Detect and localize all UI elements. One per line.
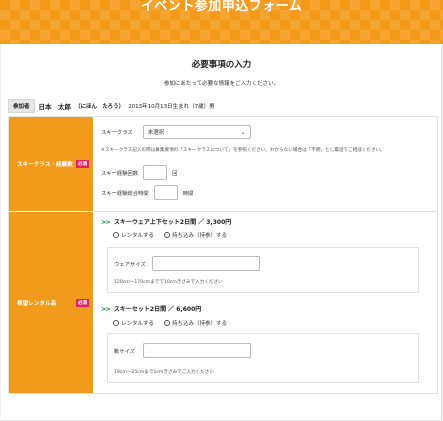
- ski-bring-label: 持ち込み（持参）する: [172, 321, 228, 327]
- shoe-size-row: 靴サイズ: [114, 343, 252, 358]
- wear-bring-radio[interactable]: 持ち込み（持参）する: [164, 231, 227, 239]
- ski-set-title: スキーセット2日間 ／ 6,600円: [113, 306, 202, 313]
- required-badge: 必須: [76, 160, 89, 168]
- participant-info: 2013年10月13日生まれ（7歳）男: [128, 104, 215, 110]
- ski-hours-row: スキー経験総合時間 時間: [101, 185, 193, 200]
- ski-hours-input[interactable]: [153, 185, 178, 200]
- rental-label: 希望レンタル品: [17, 300, 57, 307]
- participant-name: 日本 太郎: [38, 103, 72, 111]
- ski-bring-radio[interactable]: 持ち込み（持参）する: [164, 319, 227, 327]
- required-badge: 必須: [76, 298, 89, 307]
- ski-count-unit: 回: [172, 170, 178, 177]
- radio-circle-icon: [113, 320, 119, 326]
- wear-size-label: ウェアサイズ: [114, 261, 146, 268]
- shoe-size-box: 靴サイズ 19cm〜25cmまで1cmきざみでご入力ください: [107, 333, 419, 383]
- ski-hours-label: スキー経験総合時間: [101, 190, 149, 197]
- page: イベント参加申込フォーム 必要事項の入力 参加にあたって必要な情報をご入力くださ…: [0, 0, 443, 421]
- shoe-size-input[interactable]: [143, 343, 252, 358]
- rental-label-cell: 希望レンタル品 必須: [9, 212, 93, 393]
- form-title: 必要事項の入力: [191, 60, 252, 70]
- form-table: スキークラス・経験数 必須 スキークラス 未選択 ⌄ ※スキークラス記入の際は募…: [8, 116, 438, 394]
- ski-class-section: スキークラス 未選択 ⌄ ※スキークラス記入の際は募集要項の「スキークラスについ…: [93, 117, 437, 212]
- wear-set-heading: >> スキーウェア上下セット2日間 ／ 3,300円: [101, 217, 232, 227]
- wear-set-title: スキーウェア上下セット2日間 ／ 3,300円: [113, 219, 232, 226]
- radio-circle-icon: [164, 232, 171, 238]
- radio-circle-icon: [113, 232, 119, 238]
- wear-rent-label: レンタルする: [121, 233, 155, 239]
- participant-label: 参加者: [8, 99, 35, 113]
- wear-rent-radio[interactable]: レンタルする: [113, 231, 154, 239]
- ski-rent-radio[interactable]: レンタルする: [113, 319, 154, 327]
- page-header-title: イベント参加申込フォーム: [140, 0, 303, 14]
- ski-count-label: スキー経験回数: [101, 170, 139, 177]
- ski-hours-unit: 時間: [182, 190, 194, 197]
- ski-class-select-value: 未選択: [147, 130, 165, 136]
- wear-size-input[interactable]: [151, 256, 260, 271]
- ski-class-label-cell: スキークラス・経験数 必須: [9, 117, 93, 212]
- ski-class-label: スキークラス・経験数: [17, 162, 73, 168]
- form-subtitle: 参加にあたって必要な情報をご入力ください。: [163, 81, 280, 87]
- double-chevron-icon: >>: [101, 304, 111, 313]
- ski-class-select[interactable]: 未選択 ⌄: [142, 125, 251, 139]
- ski-set-radio-group: レンタルする 持ち込み（持参）する: [113, 319, 227, 327]
- rental-section: >> スキーウェア上下セット2日間 ／ 3,300円 レンタルする 持ち込み（持…: [93, 212, 437, 393]
- ski-set-heading: >> スキーセット2日間 ／ 6,600円: [101, 304, 202, 314]
- wear-size-row: ウェアサイズ: [114, 256, 260, 271]
- ski-class-note: ※スキークラス記入の際は募集要項の「スキークラスについて」を参照ください。わから…: [101, 148, 385, 153]
- participant-kana: （にほん たろう）: [75, 104, 125, 110]
- shoe-size-hint: 19cm〜25cmまで1cmきざみでご入力ください: [114, 370, 214, 375]
- ski-count-input[interactable]: [143, 165, 168, 180]
- shoe-size-label: 靴サイズ: [114, 348, 136, 355]
- ski-rent-label: レンタルする: [121, 321, 155, 327]
- ski-count-row: スキー経験回数 回: [101, 165, 177, 180]
- ski-class-row: スキークラス 未選択 ⌄: [101, 125, 251, 139]
- wear-size-hint: 120cm〜170cmまでで10cmきざみで入力ください: [114, 280, 223, 285]
- header-banner: イベント参加申込フォーム: [0, 0, 443, 44]
- wear-size-box: ウェアサイズ 120cm〜170cmまでで10cmきざみで入力ください: [107, 247, 419, 293]
- wear-set-radio-group: レンタルする 持ち込み（持参）する: [113, 231, 227, 239]
- ski-class-field-label: スキークラス: [101, 130, 133, 136]
- wear-bring-label: 持ち込み（持参）する: [172, 233, 228, 239]
- double-chevron-icon: >>: [101, 217, 111, 226]
- radio-circle-icon: [164, 320, 171, 326]
- chevron-down-icon: ⌄: [240, 128, 246, 136]
- participant-row: 参加者 日本 太郎 （にほん たろう） 2013年10月13日生まれ（7歳）男: [8, 99, 215, 113]
